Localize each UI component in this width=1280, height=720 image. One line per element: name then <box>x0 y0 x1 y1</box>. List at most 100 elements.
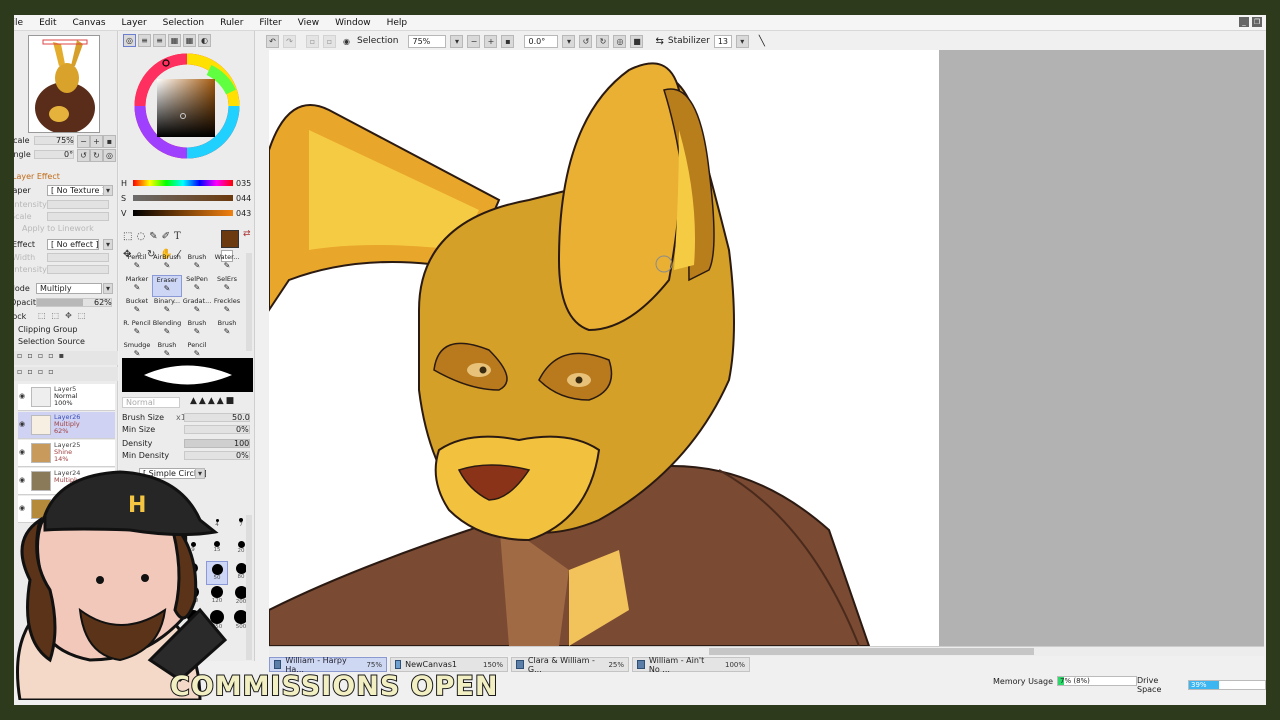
menu-canvas[interactable]: Canvas <box>65 18 114 28</box>
menu-filter[interactable]: Filter <box>251 18 289 28</box>
tool-button[interactable]: Brush ✎ <box>212 319 242 341</box>
canvas-tab[interactable]: NewCanvas1 150% <box>390 657 508 672</box>
zoom-dropdown-icon[interactable]: ▾ <box>450 34 464 48</box>
transfer-down-icon[interactable]: ▫ <box>27 367 37 376</box>
select-pen-icon[interactable]: ✐ <box>162 231 170 242</box>
texture-scale-slider[interactable] <box>47 212 109 221</box>
selection-source-checkbox[interactable]: Selection Source <box>18 337 85 346</box>
new-folder-icon[interactable]: ▫ <box>27 351 37 360</box>
lock-icons[interactable]: ⬚⬚✥⬚ <box>38 311 91 320</box>
layer-row[interactable]: ◉ Layer5 Normal 100% <box>18 384 115 411</box>
tool-button[interactable]: Eraser ✎ <box>152 275 182 297</box>
horizontal-scrollbar[interactable] <box>269 646 1264 656</box>
menu-help[interactable]: Help <box>379 18 416 28</box>
tool-button[interactable]: AirBrush ✎ <box>152 253 182 275</box>
rotate-reset-button[interactable]: ◎ <box>103 149 116 162</box>
color-wheel[interactable] <box>131 50 243 162</box>
blend-mode-select[interactable]: Multiply <box>36 283 102 294</box>
canvas-paper[interactable] <box>269 50 939 646</box>
deselect-icon[interactable]: ▫ <box>306 34 319 48</box>
menu-file[interactable]: File <box>14 18 31 28</box>
redo-icon[interactable]: ↷ <box>283 34 296 48</box>
menu-selection[interactable]: Selection <box>155 18 212 28</box>
new-layer-icon[interactable]: ▫ <box>17 351 27 360</box>
angle-dropdown-icon[interactable]: ▾ <box>562 34 576 48</box>
merge-down-icon[interactable]: ▫ <box>38 367 48 376</box>
eye-icon[interactable]: ◉ <box>19 392 25 400</box>
tool-grid-scrollbar[interactable] <box>246 253 252 351</box>
effect-select[interactable]: [ No effect ] <box>47 239 99 250</box>
swap-colors-icon[interactable]: ⇄ <box>243 229 251 239</box>
brush-shape-icons[interactable]: ▲▲▲▲■ <box>190 396 236 406</box>
tool-button[interactable]: SelErs ✎ <box>212 275 242 297</box>
rotate-ccw-icon[interactable]: ↺ <box>579 34 593 48</box>
tool-button[interactable]: Bucket ✎ <box>122 297 152 319</box>
angle-select[interactable]: 0.0° <box>524 34 559 48</box>
scratchpad-mode-icon[interactable]: ◐ <box>198 34 211 47</box>
tool-button[interactable]: Blending ✎ <box>152 319 182 341</box>
canvas-tab[interactable]: William - Ain't No ... 100% <box>632 656 750 674</box>
tool-button[interactable]: Brush ✎ <box>182 253 212 275</box>
rotate-reset-icon[interactable]: ◎ <box>613 34 627 48</box>
tool-button[interactable]: Brush ✎ <box>182 319 212 341</box>
canvas-artwork[interactable] <box>269 50 939 646</box>
tool-button[interactable]: Water... ✎ <box>212 253 242 275</box>
magic-wand-icon[interactable]: ✎ <box>149 231 157 242</box>
paper-texture-select[interactable]: [ No Texture ] <box>47 185 109 196</box>
tool-button[interactable]: Gradat... ✎ <box>182 297 212 319</box>
canvas-tab[interactable]: William - Harpy Ha... 75% <box>269 656 387 674</box>
rotate-right-button[interactable]: ↻ <box>90 149 103 162</box>
hue-slider[interactable] <box>133 180 233 186</box>
navigator-thumbnail[interactable] <box>28 35 100 133</box>
tool-button[interactable]: SelPen ✎ <box>182 275 212 297</box>
swatches-mode-icon[interactable]: ▦ <box>168 34 181 47</box>
color-wheel-mode-icon[interactable]: ◎ <box>123 34 136 47</box>
clipping-group-checkbox[interactable]: Clipping Group <box>18 325 77 334</box>
layer-row-selected[interactable]: ◉ Layer26 Multiply 62% <box>18 412 115 439</box>
eye-icon[interactable]: ◉ <box>19 420 25 428</box>
rotate-left-button[interactable]: ↺ <box>77 149 90 162</box>
lasso-icon[interactable]: ◌ <box>136 231 145 242</box>
dot-grid-scrollbar[interactable] <box>246 515 252 660</box>
add-icon[interactable]: ▫ <box>17 367 27 376</box>
scrollbar-thumb[interactable] <box>709 648 1034 655</box>
tool-button[interactable]: R. Pencil ✎ <box>122 319 152 341</box>
copy-layer-icon[interactable]: ▫ <box>38 351 48 360</box>
hsv-slider-mode-icon[interactable]: ≡ <box>153 34 166 47</box>
canvas-tab[interactable]: Clara & William - G... 25% <box>511 656 629 674</box>
tool-button[interactable]: Pencil ✎ <box>122 253 152 275</box>
delete-layer-icon[interactable]: ▫ <box>48 367 58 376</box>
zoom-reset-button[interactable]: ▪ <box>103 135 116 148</box>
width-slider[interactable] <box>47 253 109 262</box>
text-tool-icon[interactable]: T <box>174 231 181 242</box>
tool-button[interactable]: Binary... ✎ <box>152 297 182 319</box>
mask-icon[interactable]: ▪ <box>59 351 69 360</box>
invert-selection-icon[interactable]: ▫ <box>323 34 336 48</box>
canvas-area[interactable] <box>269 50 1264 646</box>
merge-icon[interactable]: ▫ <box>48 351 58 360</box>
zoom-in-icon[interactable]: + <box>484 34 498 48</box>
tool-button[interactable]: Marker ✎ <box>122 275 152 297</box>
eye-icon[interactable]: ◉ <box>19 448 25 456</box>
zoom-out-button[interactable]: − <box>77 135 90 148</box>
minimize-icon[interactable]: _ <box>1239 17 1249 27</box>
straight-line-icon[interactable]: ╲ <box>759 36 765 47</box>
undo-icon[interactable]: ↶ <box>266 34 279 48</box>
rect-select-icon[interactable]: ⬚ <box>123 231 132 242</box>
mixer-mode-icon[interactable]: ▦ <box>183 34 196 47</box>
tool-button[interactable]: Freckles ✎ <box>212 297 242 319</box>
value-slider[interactable] <box>133 210 233 216</box>
apply-linework-checkbox[interactable]: Apply to Linework <box>22 224 94 233</box>
effect-intensity-slider[interactable] <box>47 265 109 274</box>
paper-dropdown-icon[interactable]: ▾ <box>103 185 113 196</box>
blend-mode-dropdown-icon[interactable]: ▾ <box>103 283 113 294</box>
intensity-slider[interactable] <box>47 200 109 209</box>
rgb-slider-mode-icon[interactable]: ≡ <box>138 34 151 47</box>
menu-window[interactable]: Window <box>327 18 379 28</box>
restore-icon[interactable]: ❐ <box>1252 17 1262 27</box>
rotate-cw-icon[interactable]: ↻ <box>596 34 610 48</box>
flip-icon[interactable]: ⇆ <box>655 36 663 47</box>
saturation-slider[interactable] <box>133 195 233 201</box>
flip-horizontal-icon[interactable]: ■ <box>630 34 644 48</box>
menu-ruler[interactable]: Ruler <box>212 18 251 28</box>
